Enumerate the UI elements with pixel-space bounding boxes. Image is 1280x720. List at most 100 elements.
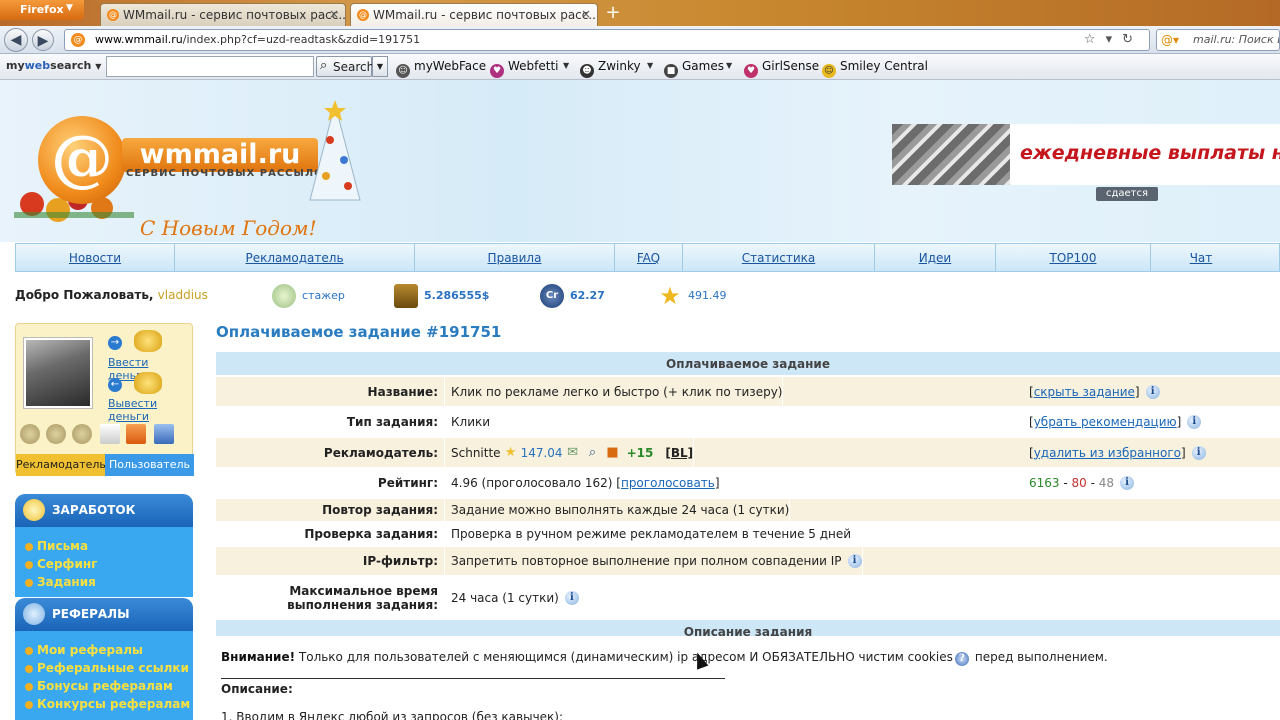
bookmark-star-icon[interactable]: ☆	[1084, 32, 1106, 47]
toolbar-item-mywebface[interactable]: ☺ myWebFace	[396, 59, 486, 78]
description-label: Описание:	[221, 682, 293, 696]
rating-value: 4.96 (проголосовало 162) [проголосовать]	[451, 476, 720, 490]
close-tab-icon[interactable]: ×	[329, 7, 339, 21]
face-icon: ☺	[396, 64, 410, 78]
menu-item-statistics[interactable]: Статистика	[683, 244, 875, 271]
close-tab-icon[interactable]: ×	[581, 7, 591, 21]
info-icon[interactable]: i	[1191, 445, 1206, 460]
info-icon[interactable]: i	[1120, 476, 1135, 490]
info-icon[interactable]: i	[1187, 415, 1202, 429]
sidebar-item-tasks[interactable]: Задания	[15, 573, 193, 591]
credits-stat[interactable]: Cr 62.27	[540, 282, 605, 310]
chevron-down-icon[interactable]: ▼	[726, 61, 732, 70]
task-section-header: Оплачиваемое задание	[216, 352, 1280, 376]
new-tab-button[interactable]: +	[600, 3, 626, 25]
toolbar-item-games[interactable]: ■ Games	[664, 59, 724, 78]
certificate-icon[interactable]	[100, 424, 120, 444]
chart-icon[interactable]	[154, 424, 174, 444]
navigation-bar: ◀ ▶ @ www.wmmail.ru/index.php?cf=uzd-rea…	[0, 26, 1280, 54]
sidebar-earn-list: Письма Серфинг Задания	[15, 527, 193, 597]
remove-recommendation-link[interactable]: убрать рекомендацию	[1034, 415, 1177, 429]
site-logo[interactable]: wmmail.ru	[122, 138, 318, 172]
welcome-message: Добро Пожаловать, vladdius	[15, 288, 208, 302]
credits-coin-icon: Cr	[540, 284, 564, 308]
menu-item-rules[interactable]: Правила	[415, 244, 615, 271]
mywebsearch-logo[interactable]: mywebsearch ▼	[6, 59, 101, 72]
toolbar-search-input[interactable]	[106, 56, 314, 77]
menu-item-news[interactable]: Новости	[16, 244, 175, 271]
star-icon: ★	[659, 282, 681, 310]
browser-tab[interactable]: @ WMmail.ru - сервис почтовых расс... ×	[100, 3, 346, 26]
info-icon[interactable]: i	[1145, 384, 1160, 399]
toolbar-item-smiley-central[interactable]: ☺ Smiley Central	[822, 59, 928, 78]
info-icon[interactable]: i	[564, 590, 579, 605]
row-label: Название:	[216, 377, 445, 406]
role-user-tab[interactable]: Пользователь	[105, 454, 194, 476]
menu-item-advertiser[interactable]: Рекламодатель	[175, 244, 415, 271]
balance-value: 5.286555$	[424, 289, 490, 302]
toolbar-search-button[interactable]: Search	[316, 56, 374, 77]
toolbar-item-label: Zwinky	[598, 59, 641, 73]
role-advertiser-tab[interactable]: Рекламодатель	[16, 454, 106, 476]
status-stat[interactable]: стажер	[272, 282, 345, 310]
chevron-down-icon[interactable]: ▼	[647, 61, 653, 70]
row-label: IP-фильтр:	[216, 547, 445, 575]
advertiser-name[interactable]: Schnitte	[451, 446, 501, 460]
send-message-icon[interactable]: ✉	[565, 445, 581, 461]
row-action: [удалить из избранного] i	[1025, 438, 1280, 467]
new-year-greeting: С Новым Годом!	[140, 216, 317, 240]
sidebar-item-referral-links[interactable]: Реферальные ссылки	[15, 659, 193, 677]
chevron-down-icon[interactable]: ▼	[563, 61, 569, 70]
medal-icon	[20, 424, 40, 444]
withdraw-link[interactable]: Вывести деньги	[108, 397, 192, 423]
blacklist-link[interactable]: [BL]	[665, 446, 693, 460]
search-icon[interactable]: ⌕	[585, 445, 601, 461]
task-description: Внимание! Только для пользователей с мен…	[216, 636, 1280, 720]
address-bar[interactable]: @ www.wmmail.ru/index.php?cf=uzd-readtas…	[64, 29, 1150, 51]
earnings-icon	[23, 499, 45, 521]
url-domain: www.wmmail.ru	[95, 33, 183, 46]
firefox-menu-button[interactable]: Firefox ▼	[0, 0, 84, 20]
toolbar-item-girlsense[interactable]: ♥ GirlSense	[744, 59, 819, 78]
gamepad-icon: ■	[664, 64, 678, 78]
row-action: [убрать рекомендацию] i	[1025, 408, 1280, 436]
toolbar-search-dropdown[interactable]: ▼	[372, 56, 388, 77]
treasure-chest-icon	[394, 284, 418, 308]
menu-item-top100[interactable]: TOP100	[996, 244, 1151, 271]
reload-icon[interactable]: ↻	[1122, 32, 1143, 47]
sidebar-item-letters[interactable]: Письма	[15, 537, 193, 555]
sidebar-item-referral-contests[interactable]: Конкурсы рефералам	[15, 695, 193, 713]
menu-item-chat[interactable]: Чат	[1151, 244, 1251, 271]
forward-button[interactable]: ▶	[32, 29, 54, 51]
browser-tab-active[interactable]: @ WMmail.ru - сервис почтовых расс... ×	[350, 3, 598, 26]
task-name-value: Клик по рекламе легко и быстро (+ клик п…	[446, 377, 784, 406]
sidebar-item-surfing[interactable]: Серфинг	[15, 555, 193, 573]
sidebar-item-my-referrals[interactable]: Мои рефералы	[15, 641, 193, 659]
rating-stat[interactable]: ★ 491.49	[658, 282, 726, 310]
dropdown-icon[interactable]: ▾	[1106, 32, 1123, 47]
advertiser-bonus: +15	[626, 445, 654, 460]
vote-link[interactable]: проголосовать	[621, 476, 715, 490]
back-button[interactable]: ◀	[4, 28, 28, 52]
toolbar-item-label: myWebFace	[414, 59, 487, 73]
toolbar-item-zwinky[interactable]: ☻ Zwinky	[580, 59, 641, 78]
chevron-down-icon: ▼	[66, 3, 73, 13]
hide-task-link[interactable]: скрыть задание	[1034, 385, 1135, 399]
web-search-input[interactable]: @▾ mail.ru: Поиск в	[1156, 29, 1280, 51]
menu-item-faq[interactable]: FAQ	[615, 244, 683, 271]
search-engine-icon[interactable]: @▾	[1161, 33, 1179, 47]
banner-for-rent-label[interactable]: сдается	[1096, 187, 1158, 201]
ad-banner[interactable]: ежедневные выплаты н	[892, 124, 1280, 185]
remove-favorite-link[interactable]: удалить из избранного	[1034, 446, 1181, 460]
avatar[interactable]	[24, 338, 92, 408]
toolbar-item-webfetti[interactable]: ♥ Webfetti	[490, 59, 559, 78]
menu-item-ideas[interactable]: Идеи	[875, 244, 996, 271]
sidebar-referrals-header: РЕФЕРАЛЫ	[15, 598, 193, 631]
sidebar-item-referral-bonuses[interactable]: Бонусы рефералам	[15, 677, 193, 695]
balance-stat[interactable]: 5.286555$	[394, 282, 489, 310]
info-icon[interactable]: i	[847, 554, 862, 568]
gift-box-icon[interactable]	[126, 424, 146, 444]
help-icon[interactable]: ?	[954, 652, 969, 666]
gift-box-icon[interactable]: ■	[605, 445, 621, 461]
username[interactable]: vladdius	[158, 288, 208, 302]
